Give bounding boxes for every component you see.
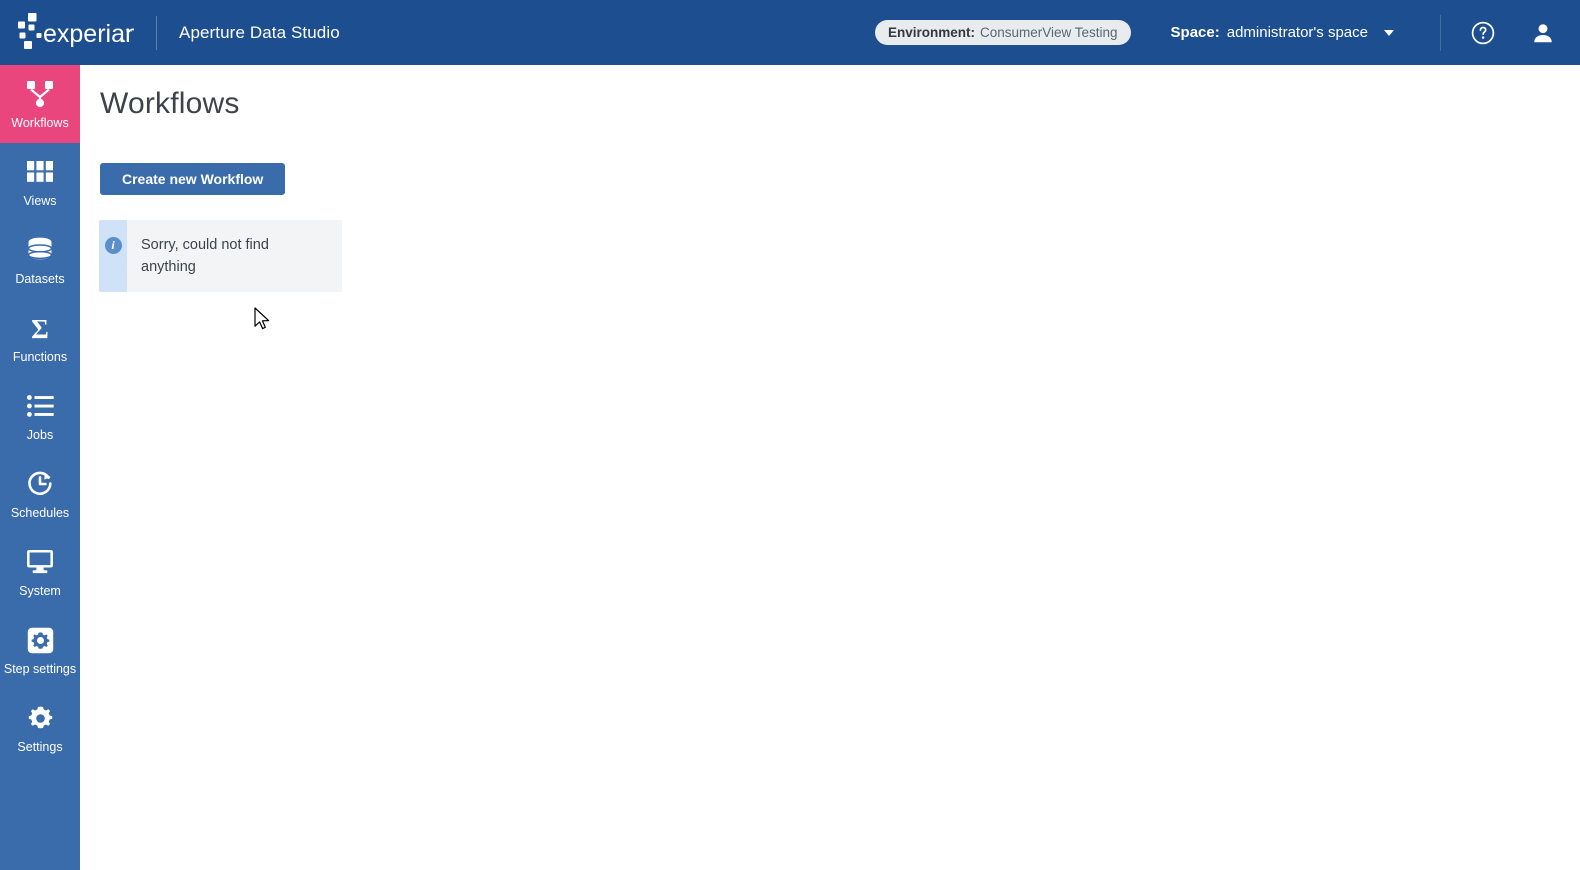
workflow-node-icon — [23, 79, 57, 109]
sidebar-item-system[interactable]: System — [0, 533, 80, 611]
account-button[interactable] — [1524, 14, 1562, 52]
environment-label: Environment: — [887, 25, 975, 40]
svg-text:experian: experian — [43, 20, 134, 48]
chevron-down-icon — [1384, 29, 1394, 36]
sidebar-item-label: Views — [23, 194, 57, 208]
gear-icon — [23, 703, 57, 733]
info-strip: i — [99, 220, 127, 292]
grid-icon — [23, 157, 57, 187]
header-divider — [1440, 14, 1441, 51]
sidebar-item-label: Workflows — [11, 116, 69, 130]
sidebar-item-functions[interactable]: Σ Functions — [0, 299, 80, 377]
sidebar-item-settings[interactable]: Settings — [0, 689, 80, 767]
svg-text:™: ™ — [125, 29, 132, 36]
database-icon — [23, 235, 57, 265]
space-value: administrator's space — [1226, 24, 1368, 41]
space-selector[interactable]: Space: administrator's space — [1171, 24, 1394, 41]
sigma-icon: Σ — [23, 313, 57, 343]
sidebar-item-label: Schedules — [10, 506, 70, 520]
create-new-workflow-button[interactable]: Create new Workflow — [100, 163, 286, 195]
sidebar-item-datasets[interactable]: Datasets — [0, 221, 80, 299]
clock-arrow-icon — [23, 469, 57, 499]
sidebar-item-workflows[interactable]: Workflows — [0, 65, 80, 143]
info-message-text: Sorry, could not find anything — [141, 237, 269, 275]
brand-divider — [156, 15, 157, 50]
empty-state-message: i Sorry, could not find anything — [99, 220, 342, 292]
page-title: Workflows — [100, 87, 240, 120]
sidebar-item-jobs[interactable]: Jobs — [0, 377, 80, 455]
environment-badge: Environment: ConsumerView Testing — [874, 20, 1131, 45]
sidebar-item-schedules[interactable]: Schedules — [0, 455, 80, 533]
info-circle-icon: i — [104, 237, 122, 254]
help-button[interactable] — [1464, 14, 1502, 52]
sidebar-item-label: Functions — [12, 350, 68, 364]
top-header-bar: experian ™ Aperture Data Studio Environm… — [0, 0, 1580, 65]
sidebar-item-label: System — [19, 584, 61, 598]
svg-text:Σ: Σ — [31, 315, 49, 342]
list-icon — [23, 391, 57, 421]
sidebar-item-views[interactable]: Views — [0, 143, 80, 221]
main-content: Workflows Create new Workflow i Sorry, c… — [80, 65, 1580, 870]
app-root: experian ™ Aperture Data Studio Environm… — [0, 0, 1580, 870]
sidebar-item-step-settings[interactable]: Step settings — [0, 611, 80, 689]
sidebar-item-label: Settings — [17, 740, 63, 754]
gear-square-icon — [23, 625, 57, 655]
space-label: Space: — [1170, 24, 1220, 41]
sidebar-item-label: Step settings — [3, 662, 77, 676]
sidebar-item-label: Datasets — [15, 272, 65, 286]
left-sidebar: Workflows Views Datasets Σ Functions Job… — [0, 65, 80, 870]
sidebar-item-label: Jobs — [26, 428, 54, 442]
environment-value: ConsumerView Testing — [979, 25, 1118, 40]
brand-area: experian ™ Aperture Data Studio — [0, 0, 340, 65]
app-title: Aperture Data Studio — [179, 22, 340, 42]
user-avatar-icon — [1534, 23, 1552, 42]
experian-logo: experian ™ — [18, 12, 139, 54]
monitor-icon — [23, 547, 57, 577]
help-circle-icon — [1471, 21, 1495, 44]
